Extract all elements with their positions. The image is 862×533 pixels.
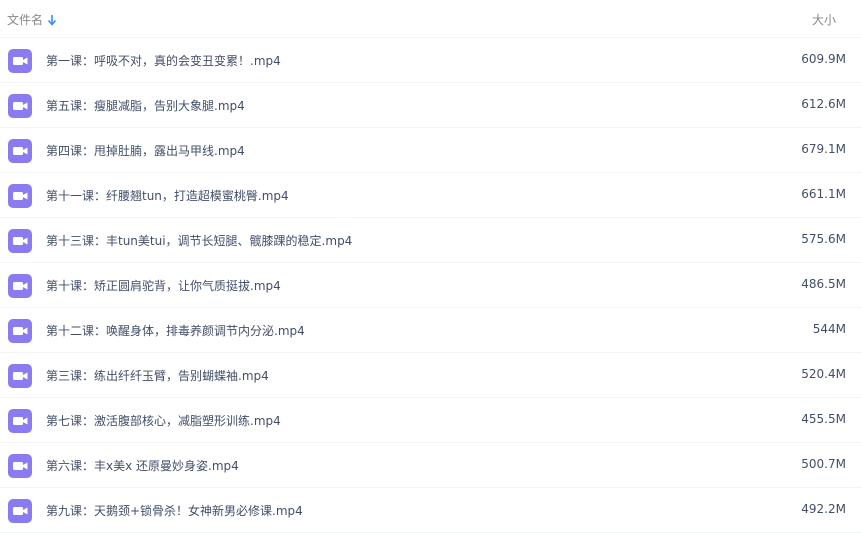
file-size: 575.6M: [801, 232, 846, 246]
video-file-icon: [8, 454, 32, 478]
video-file-icon: [8, 274, 32, 298]
sort-by-name-button[interactable]: 文件名: [7, 11, 57, 28]
file-row[interactable]: 第十二课：唤醒身体，排毒养颜调节内分泌.mp4 544M: [0, 308, 862, 353]
video-file-icon: [8, 49, 32, 73]
file-size: 520.4M: [801, 367, 846, 381]
video-file-icon: [8, 184, 32, 208]
file-name[interactable]: 第四课：甩掉肚腩，露出马甲线.mp4: [46, 142, 245, 159]
file-name[interactable]: 第十课：矫正圆肩驼背，让你气质挺拔.mp4: [46, 277, 281, 294]
file-row[interactable]: 第一课：呼吸不对，真的会变丑变累！.mp4 609.9M: [0, 38, 862, 83]
file-name[interactable]: 第十三课：丰tun美tui，调节长短腿、髋膝踝的稳定.mp4: [46, 232, 352, 249]
file-row[interactable]: 第十一课：纤腰翘tun，打造超模蜜桃臀.mp4 661.1M: [0, 173, 862, 218]
file-name[interactable]: 第九课：天鹅颈+锁骨杀！女神新男必修课.mp4: [46, 502, 303, 519]
file-row[interactable]: 第四课：甩掉肚腩，露出马甲线.mp4 679.1M: [0, 128, 862, 173]
file-size: 455.5M: [801, 412, 846, 426]
video-file-icon: [8, 499, 32, 523]
file-row[interactable]: 第五课：瘦腿减脂，告别大象腿.mp4 612.6M: [0, 83, 862, 128]
video-file-icon: [8, 139, 32, 163]
video-file-icon: [8, 319, 32, 343]
size-column-header[interactable]: 大小: [812, 11, 836, 28]
size-column-label: 大小: [812, 13, 837, 27]
file-name[interactable]: 第七课：激活腹部核心，减脂塑形训练.mp4: [46, 412, 281, 429]
file-row[interactable]: 第七课：激活腹部核心，减脂塑形训练.mp4 455.5M: [0, 398, 862, 443]
file-size: 544M: [812, 322, 846, 336]
file-row[interactable]: 第九课：天鹅颈+锁骨杀！女神新男必修课.mp4 492.2M: [0, 488, 862, 533]
file-row[interactable]: 第六课：丰x美x 还原曼妙身姿.mp4 500.7M: [0, 443, 862, 488]
file-size: 500.7M: [801, 457, 846, 471]
video-file-icon: [8, 229, 32, 253]
video-file-icon: [8, 409, 32, 433]
file-name[interactable]: 第三课：练出纤纤玉臂，告别蝴蝶袖.mp4: [46, 367, 269, 384]
file-size: 661.1M: [801, 187, 846, 201]
file-name[interactable]: 第十二课：唤醒身体，排毒养颜调节内分泌.mp4: [46, 322, 305, 339]
file-row[interactable]: 第十三课：丰tun美tui，调节长短腿、髋膝踝的稳定.mp4 575.6M: [0, 218, 862, 263]
video-file-icon: [8, 364, 32, 388]
file-row[interactable]: 第三课：练出纤纤玉臂，告别蝴蝶袖.mp4 520.4M: [0, 353, 862, 398]
file-list-header: 文件名 大小: [0, 0, 862, 38]
video-file-icon: [8, 94, 32, 118]
file-name[interactable]: 第五课：瘦腿减脂，告别大象腿.mp4: [46, 97, 245, 114]
file-row[interactable]: 第十课：矫正圆肩驼背，让你气质挺拔.mp4 486.5M: [0, 263, 862, 308]
file-name[interactable]: 第六课：丰x美x 还原曼妙身姿.mp4: [46, 457, 239, 474]
file-list: 第一课：呼吸不对，真的会变丑变累！.mp4 609.9M 第五课：瘦腿减脂，告别…: [0, 38, 862, 533]
file-name[interactable]: 第十一课：纤腰翘tun，打造超模蜜桃臀.mp4: [46, 187, 289, 204]
file-size: 609.9M: [801, 52, 846, 66]
arrow-down-icon: [47, 14, 57, 26]
name-column-label: 文件名: [7, 13, 44, 27]
file-size: 486.5M: [801, 277, 846, 291]
file-size: 492.2M: [801, 502, 846, 516]
file-size: 679.1M: [801, 142, 846, 156]
file-name[interactable]: 第一课：呼吸不对，真的会变丑变累！.mp4: [46, 52, 281, 69]
file-size: 612.6M: [801, 97, 846, 111]
